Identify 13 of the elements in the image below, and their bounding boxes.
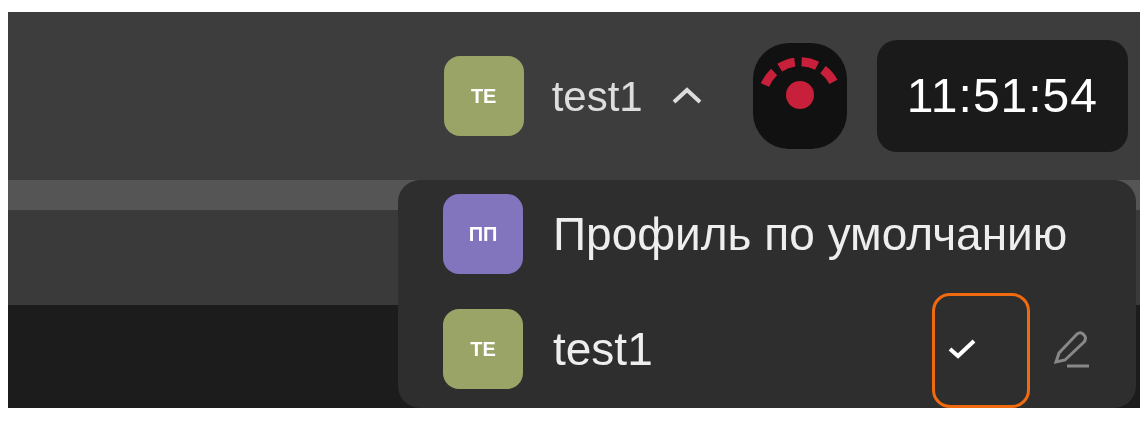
user-name: test1: [551, 71, 643, 122]
profile-item[interactable]: ПП Профиль по умолчанию: [443, 194, 1136, 274]
avatar: TE: [443, 309, 523, 389]
profile-item[interactable]: TE test1: [443, 309, 1136, 389]
user-menu-button[interactable]: TE test1: [443, 56, 703, 136]
record-icon: [760, 57, 839, 109]
clock: 11:51:54: [876, 40, 1128, 152]
edit-icon[interactable]: [1051, 329, 1091, 369]
avatar: ПП: [443, 194, 523, 274]
profile-name: test1: [553, 321, 653, 377]
record-button[interactable]: [752, 43, 847, 149]
profile-name: Профиль по умолчанию: [553, 206, 1068, 262]
avatar: TE: [443, 56, 524, 136]
